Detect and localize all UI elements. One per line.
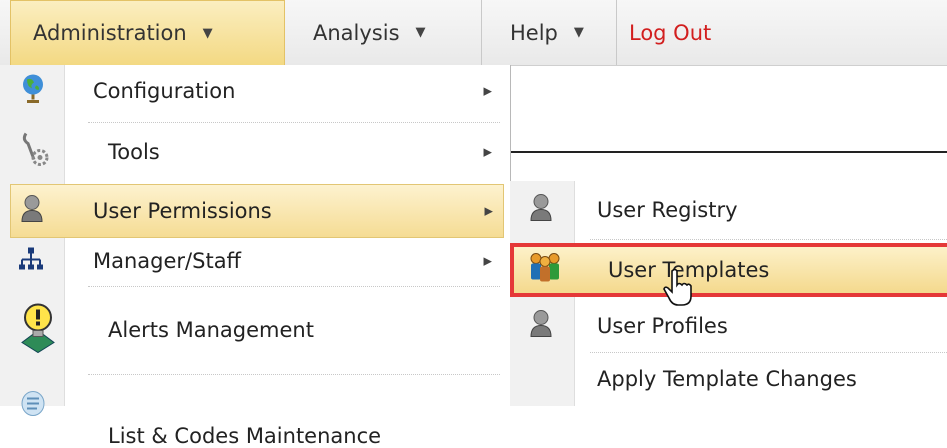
submenu-arrow-icon: ▶ <box>484 204 493 218</box>
submenu-item-user-registry[interactable]: User Registry <box>510 181 947 239</box>
submenu-item-apply-template-changes[interactable]: Apply Template Changes <box>510 354 947 404</box>
menu-logout[interactable]: Log Out <box>617 0 777 65</box>
menu-item-label: Configuration <box>93 79 236 103</box>
menu-item-manager-staff[interactable]: Manager/Staff ▶ <box>0 238 510 283</box>
submenu-item-label: Apply Template Changes <box>597 367 857 391</box>
submenu-item-label: User Profiles <box>597 314 728 338</box>
submenu-item-label: User Registry <box>597 198 738 222</box>
user-icon <box>528 309 554 344</box>
chevron-down-icon: ▼ <box>573 25 584 40</box>
menu-analysis[interactable]: Analysis ▼ <box>285 0 482 65</box>
menu-divider <box>88 286 500 287</box>
page-content-divider <box>510 151 947 153</box>
chevron-down-icon: ▼ <box>415 25 426 40</box>
user-icon <box>528 193 554 228</box>
submenu-arrow-icon: ▶ <box>483 84 492 98</box>
menu-administration[interactable]: Administration ▼ <box>10 0 285 65</box>
top-menubar: Administration ▼ Analysis ▼ Help ▼ Log O… <box>0 0 947 66</box>
menu-item-label: Alerts Management <box>108 318 314 342</box>
menu-item-user-permissions[interactable]: User Permissions ▶ <box>10 184 504 238</box>
menu-help-label: Help <box>510 20 558 45</box>
submenu-arrow-icon: ▶ <box>483 254 492 267</box>
user-group-icon <box>528 252 562 289</box>
list-icon <box>18 389 48 424</box>
menu-help[interactable]: Help ▼ <box>482 0 617 65</box>
alert-bulb-icon <box>18 301 58 360</box>
user-permissions-submenu: User Registry User Templates User Profil… <box>510 181 947 406</box>
menu-administration-label: Administration <box>33 21 187 45</box>
tools-gear-icon <box>18 129 50 174</box>
menu-item-alerts-management[interactable]: Alerts Management <box>0 290 510 370</box>
menu-item-label: List & Codes Maintenance <box>108 424 382 448</box>
org-chart-icon <box>18 245 44 276</box>
submenu-item-user-templates[interactable]: User Templates <box>510 243 947 306</box>
menu-item-list-codes-maintenance[interactable]: List & Codes Maintenance <box>0 374 510 448</box>
menu-item-tools[interactable]: Tools ▶ <box>0 122 510 181</box>
menu-item-label: User Permissions <box>93 199 272 223</box>
menu-divider <box>590 239 947 240</box>
globe-icon <box>18 72 48 111</box>
submenu-item-user-profiles[interactable]: User Profiles <box>510 301 947 351</box>
menu-analysis-label: Analysis <box>313 20 400 45</box>
menu-item-label: Tools <box>108 139 160 164</box>
submenu-arrow-icon: ▶ <box>483 145 492 158</box>
chevron-down-icon: ▼ <box>202 25 213 41</box>
menu-logout-label: Log Out <box>629 20 712 45</box>
menu-item-label: Manager/Staff <box>93 248 242 273</box>
menu-divider <box>590 352 947 353</box>
menu-item-configuration[interactable]: Configuration ▶ <box>0 65 510 117</box>
user-icon <box>19 194 45 229</box>
administration-dropdown: Configuration ▶ Tools ▶ User Permissions… <box>0 65 511 448</box>
